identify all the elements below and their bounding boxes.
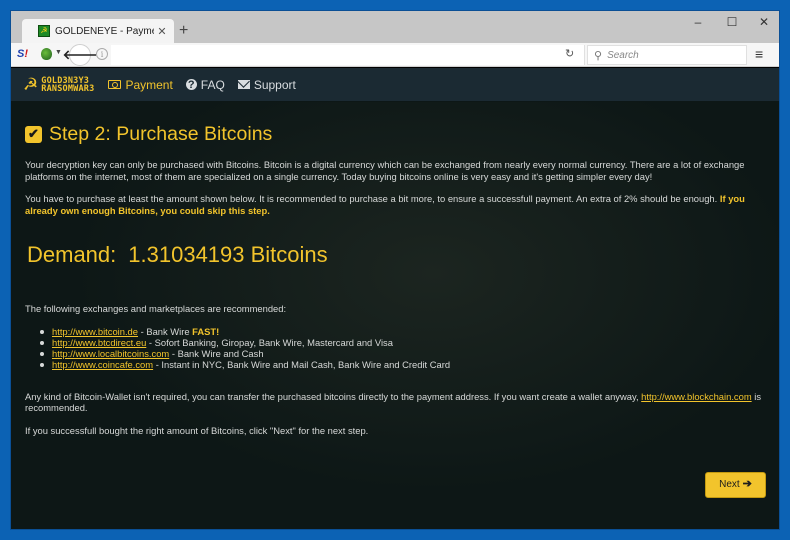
hamburger-menu-icon[interactable]: ≡ [755, 46, 763, 62]
payment-content: ✔ Step 2: Purchase Bitcoins Your decrypt… [11, 102, 779, 529]
tab-title: GOLDENEYE - Payment (St... [55, 25, 154, 37]
nav-support-label: Support [253, 77, 296, 92]
question-icon: ? [185, 79, 197, 91]
step-title: ✔ Step 2: Purchase Bitcoins [25, 122, 765, 146]
list-item: http://www.btcdirect.eu - Sofort Banking… [39, 337, 765, 348]
minimize-button[interactable]: – [681, 11, 715, 33]
goldeneye-logo[interactable]: ☭ GOLD3N3Y3 RANSOMWAR3 [23, 76, 94, 93]
exchange-desc: - Instant in NYC, Bank Wire and Mail Cas… [153, 359, 451, 371]
next-instructions: If you successfull bought the right amou… [25, 424, 369, 436]
search-placeholder: Search [607, 49, 639, 61]
new-tab-button[interactable]: + [179, 23, 188, 39]
nav-support[interactable]: Support [237, 77, 296, 92]
exchange-link[interactable]: http://www.bitcoin.de [52, 326, 138, 337]
next-button[interactable]: Next ➔ [705, 472, 766, 498]
exchange-link[interactable]: http://www.btcdirect.eu [52, 337, 146, 348]
exchange-desc: - Bank Wire [137, 325, 193, 337]
wallet-note: Any kind of Bitcoin-Wallet isn't require… [25, 391, 765, 414]
site-navbar: ☭ GOLD3N3Y3 RANSOMWAR3 Payment ? FAQ Sup… [11, 67, 779, 101]
exchange-link[interactable]: http://www.localbitcoins.com [52, 348, 169, 359]
purchase-note: You have to purchase at least the amount… [25, 193, 765, 216]
addon-s-mark: ! [24, 48, 29, 60]
blockchain-link[interactable]: http://www.blockchain.com [641, 391, 751, 402]
search-icon: ⚲ [594, 49, 603, 62]
url-bar[interactable] [111, 45, 585, 65]
exchange-desc: - Bank Wire and Cash [169, 348, 264, 360]
nav-faq[interactable]: ? FAQ [185, 77, 225, 92]
exchange-list: http://www.bitcoin.de - Bank Wire FAST! … [25, 326, 765, 371]
nav-payment-label: Payment [125, 77, 173, 92]
demand-value: 1.31034193 Bitcoins [128, 242, 328, 267]
demand-amount: Demand: 1.31034193 Bitcoins [27, 241, 765, 269]
fast-badge: FAST! [192, 325, 220, 337]
purchase-note-text: You have to purchase at least the amount… [25, 193, 720, 204]
browser-toolbar: S! ▼ 🡐 i ↻ ⚲ Search ≡ [11, 43, 779, 67]
search-input[interactable]: ⚲ Search [587, 45, 747, 65]
nav-payment[interactable]: Payment [108, 77, 173, 92]
wallet-note-text: Any kind of Bitcoin-Wallet isn't require… [25, 390, 642, 402]
addon-s-icon[interactable]: S! [17, 48, 28, 60]
intro-paragraph: Your decryption key can only be purchase… [25, 159, 745, 182]
hammer-sickle-favicon-icon: ☭ [38, 25, 50, 37]
envelope-icon [237, 80, 250, 89]
arrow-left-icon: 🡐 [62, 47, 98, 62]
arrow-right-icon: ➔ [742, 478, 752, 491]
checkbox-checked-icon: ✔ [25, 125, 42, 143]
next-button-label: Next [719, 479, 740, 491]
maximize-button[interactable]: ☐ [715, 11, 749, 33]
info-icon[interactable]: i [96, 48, 108, 60]
chevron-down-icon[interactable]: ▼ [55, 49, 62, 56]
browser-tab[interactable]: ☭ GOLDENEYE - Payment (St... ✕ [22, 19, 174, 43]
logo-line-2: RANSOMWAR3 [41, 83, 95, 94]
demand-label: Demand: [27, 242, 117, 267]
list-item: http://www.bitcoin.de - Bank Wire FAST! [39, 326, 765, 337]
money-icon [108, 80, 122, 89]
list-item: http://www.localbitcoins.com - Bank Wire… [39, 348, 765, 359]
tab-close-icon[interactable]: ✕ [154, 25, 170, 38]
exchanges-intro: The following exchanges and marketplaces… [25, 303, 287, 314]
exchange-desc: - Sofort Banking, Giropay, Bank Wire, Ma… [146, 336, 393, 348]
back-button[interactable]: 🡐 [63, 44, 97, 66]
exchange-link[interactable]: http://www.coincafe.com [52, 359, 153, 370]
nav-faq-label: FAQ [200, 77, 225, 92]
list-item: http://www.coincafe.com - Instant in NYC… [39, 359, 765, 370]
logo-text: GOLD3N3Y3 RANSOMWAR3 [41, 76, 95, 94]
close-window-button[interactable]: ✕ [747, 11, 779, 33]
tor-onion-icon[interactable] [41, 48, 52, 60]
hammer-sickle-icon: ☭ [23, 75, 39, 94]
step-title-text: Step 2: Purchase Bitcoins [49, 123, 273, 145]
reload-icon[interactable]: ↻ [565, 47, 574, 60]
browser-titlebar: ☭ GOLDENEYE - Payment (St... ✕ + – ☐ ✕ [11, 11, 779, 43]
browser-window: ☭ GOLDENEYE - Payment (St... ✕ + – ☐ ✕ S… [10, 10, 780, 530]
